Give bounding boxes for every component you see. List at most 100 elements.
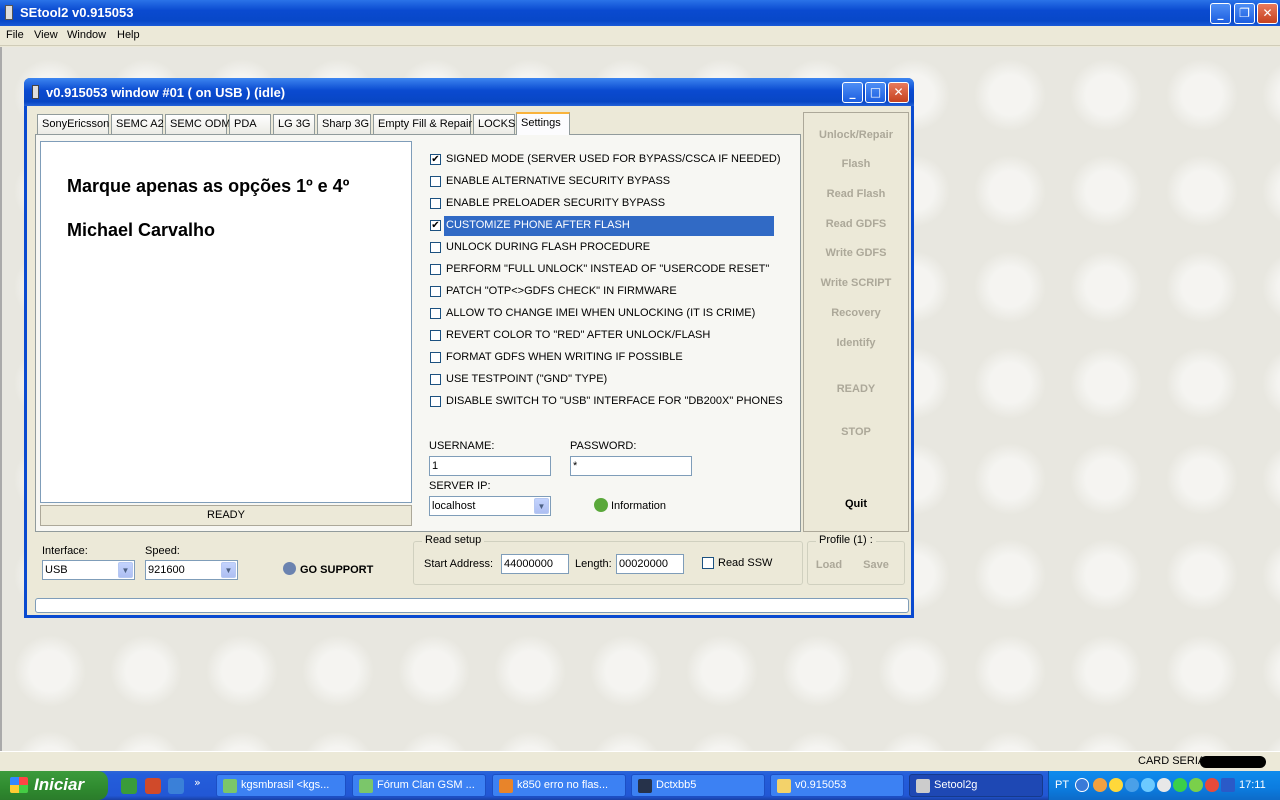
checkbox-disable-usb-switch[interactable]: [430, 396, 441, 407]
menu-help[interactable]: Help: [117, 29, 140, 41]
option-preloader-bypass[interactable]: ENABLE PRELOADER SECURITY BYPASS: [430, 194, 776, 214]
identify-button[interactable]: Identify: [804, 337, 908, 349]
password-input[interactable]: *: [570, 456, 692, 476]
task-forum-clan-gsm[interactable]: Fórum Clan GSM ...: [352, 774, 486, 797]
app-titlebar[interactable]: SEtool2 v0.915053 _ ❐ ✕: [0, 0, 1280, 26]
tab-semc-odm[interactable]: SEMC ODM: [165, 114, 231, 134]
quicklaunch-icon[interactable]: [145, 778, 161, 794]
write-script-button[interactable]: Write SCRIPT: [804, 277, 908, 289]
task-setool2g[interactable]: Setool2g: [909, 774, 1043, 797]
language-indicator[interactable]: PT: [1055, 779, 1069, 791]
option-disable-usb-switch[interactable]: DISABLE SWITCH TO "USB" INTERFACE FOR "D…: [430, 392, 783, 412]
recovery-button[interactable]: Recovery: [804, 307, 908, 319]
task-kgsmbrasil[interactable]: kgsmbrasil <kgs...: [216, 774, 346, 797]
monitor-icon[interactable]: [1221, 778, 1235, 792]
option-label: DISABLE SWITCH TO "USB" INTERFACE FOR "D…: [446, 395, 783, 407]
minimize-icon[interactable]: _: [1210, 3, 1231, 24]
notes-box[interactable]: Marque apenas as opções 1º e 4º Michael …: [40, 141, 412, 503]
write-gdfs-button[interactable]: Write GDFS: [804, 247, 908, 259]
ready-button[interactable]: READY: [804, 383, 908, 395]
checkbox-revert-color[interactable]: [430, 330, 441, 341]
chevron-left-icon[interactable]: [1075, 778, 1089, 792]
tab-settings[interactable]: Settings: [516, 112, 570, 135]
checkbox-format-gdfs[interactable]: [430, 352, 441, 363]
load-button[interactable]: Load: [814, 559, 844, 571]
start-address-label: Start Address:: [424, 558, 494, 570]
tab-pda[interactable]: PDA: [229, 114, 271, 134]
tab-empty-fill-repair[interactable]: Empty Fill & Repair: [373, 114, 472, 134]
stop-button[interactable]: STOP: [804, 426, 908, 438]
option-signed-mode[interactable]: ✔ SIGNED MODE (SERVER USED FOR BYPASS/CS…: [430, 150, 781, 170]
gear-icon[interactable]: [1189, 778, 1203, 792]
network-icon[interactable]: [1093, 778, 1107, 792]
clock[interactable]: 17:11: [1239, 779, 1266, 791]
chevron-down-icon[interactable]: ▼: [118, 562, 133, 578]
checkbox-testpoint[interactable]: [430, 374, 441, 385]
task-dctxbb5[interactable]: Dctxbb5: [631, 774, 765, 797]
checkbox-customize-phone[interactable]: ✔: [430, 220, 441, 231]
option-revert-color[interactable]: REVERT COLOR TO "RED" AFTER UNLOCK/FLASH: [430, 326, 776, 346]
tab-sonyericsson[interactable]: SonyEricsson: [37, 114, 109, 134]
task-k850[interactable]: k850 erro no flas...: [492, 774, 626, 797]
option-alt-security-bypass[interactable]: ENABLE ALTERNATIVE SECURITY BYPASS: [430, 172, 776, 192]
server-ip-select[interactable]: localhost ▼: [429, 496, 551, 516]
quit-button[interactable]: Quit: [804, 498, 908, 510]
checkbox-alt-security-bypass[interactable]: [430, 176, 441, 187]
checkbox-signed-mode[interactable]: ✔: [430, 154, 441, 165]
option-patch-otp[interactable]: PATCH "OTP<>GDFS CHECK" IN FIRMWARE: [430, 282, 776, 302]
start-address-input[interactable]: 44000000: [501, 554, 569, 574]
tab-lg-3g[interactable]: LG 3G: [273, 114, 315, 134]
tab-locks[interactable]: LOCKS: [473, 114, 515, 134]
checkbox-change-imei[interactable]: [430, 308, 441, 319]
option-unlock-during-flash[interactable]: UNLOCK DURING FLASH PROCEDURE: [430, 238, 776, 258]
checkbox-full-unlock[interactable]: [430, 264, 441, 275]
read-flash-button[interactable]: Read Flash: [804, 188, 908, 200]
speed-select[interactable]: 921600 ▼: [145, 560, 238, 580]
chevron-right-icon[interactable]: »: [194, 776, 201, 789]
shield-icon[interactable]: [1109, 778, 1123, 792]
option-customize-phone[interactable]: ✔ CUSTOMIZE PHONE AFTER FLASH: [430, 216, 776, 236]
antivirus-icon[interactable]: [1205, 778, 1219, 792]
quicklaunch-icon[interactable]: [121, 778, 137, 794]
checkbox-preloader-bypass[interactable]: [430, 198, 441, 209]
tab-semc-a2[interactable]: SEMC A2: [111, 114, 164, 134]
restore-icon[interactable]: ❐: [1234, 3, 1255, 24]
checkbox-unlock-during-flash[interactable]: [430, 242, 441, 253]
task-label: Fórum Clan GSM ...: [377, 779, 475, 791]
username-input[interactable]: 1: [429, 456, 551, 476]
internet-explorer-icon[interactable]: [168, 778, 184, 794]
wireless-icon[interactable]: [1141, 778, 1155, 792]
option-format-gdfs[interactable]: FORMAT GDFS WHEN WRITING IF POSSIBLE: [430, 348, 776, 368]
close-icon[interactable]: ✕: [1257, 3, 1278, 24]
messenger-tray-icon[interactable]: [1125, 778, 1139, 792]
save-button[interactable]: Save: [860, 559, 892, 571]
task-v0915053[interactable]: v0.915053: [770, 774, 904, 797]
menu-view[interactable]: View: [34, 29, 58, 41]
option-testpoint[interactable]: USE TESTPOINT ("GND" TYPE): [430, 370, 776, 390]
menu-window[interactable]: Window: [67, 29, 106, 41]
length-input[interactable]: 00020000: [616, 554, 684, 574]
menu-file[interactable]: File: [6, 29, 24, 41]
window-maximize-icon[interactable]: □: [865, 82, 886, 103]
tab-sharp-3g[interactable]: Sharp 3G: [317, 114, 371, 134]
option-full-unlock[interactable]: PERFORM "FULL UNLOCK" INSTEAD OF "USERCO…: [430, 260, 776, 280]
option-change-imei[interactable]: ALLOW TO CHANGE IMEI WHEN UNLOCKING (IT …: [430, 304, 776, 324]
read-ssw-checkbox[interactable]: [702, 557, 714, 569]
start-button[interactable]: Iniciar: [0, 771, 108, 800]
option-label: USE TESTPOINT ("GND" TYPE): [446, 373, 608, 385]
volume-icon[interactable]: [1157, 778, 1171, 792]
flash-button[interactable]: Flash: [804, 158, 908, 170]
go-support-label: GO SUPPORT: [300, 564, 374, 576]
chevron-down-icon[interactable]: ▼: [534, 498, 549, 514]
window-titlebar[interactable]: v0.915053 window #01 ( on USB ) (idle) _…: [24, 78, 914, 106]
interface-select[interactable]: USB ▼: [42, 560, 135, 580]
information-button[interactable]: Information: [594, 498, 666, 512]
unlock-repair-button[interactable]: Unlock/Repair: [804, 129, 908, 141]
window-minimize-icon[interactable]: _: [842, 82, 863, 103]
go-support-button[interactable]: GO SUPPORT: [283, 562, 373, 576]
read-gdfs-button[interactable]: Read GDFS: [804, 218, 908, 230]
window-close-icon[interactable]: ✕: [888, 82, 909, 103]
checkbox-patch-otp[interactable]: [430, 286, 441, 297]
checkmark-icon[interactable]: [1173, 778, 1187, 792]
chevron-down-icon[interactable]: ▼: [221, 562, 236, 578]
